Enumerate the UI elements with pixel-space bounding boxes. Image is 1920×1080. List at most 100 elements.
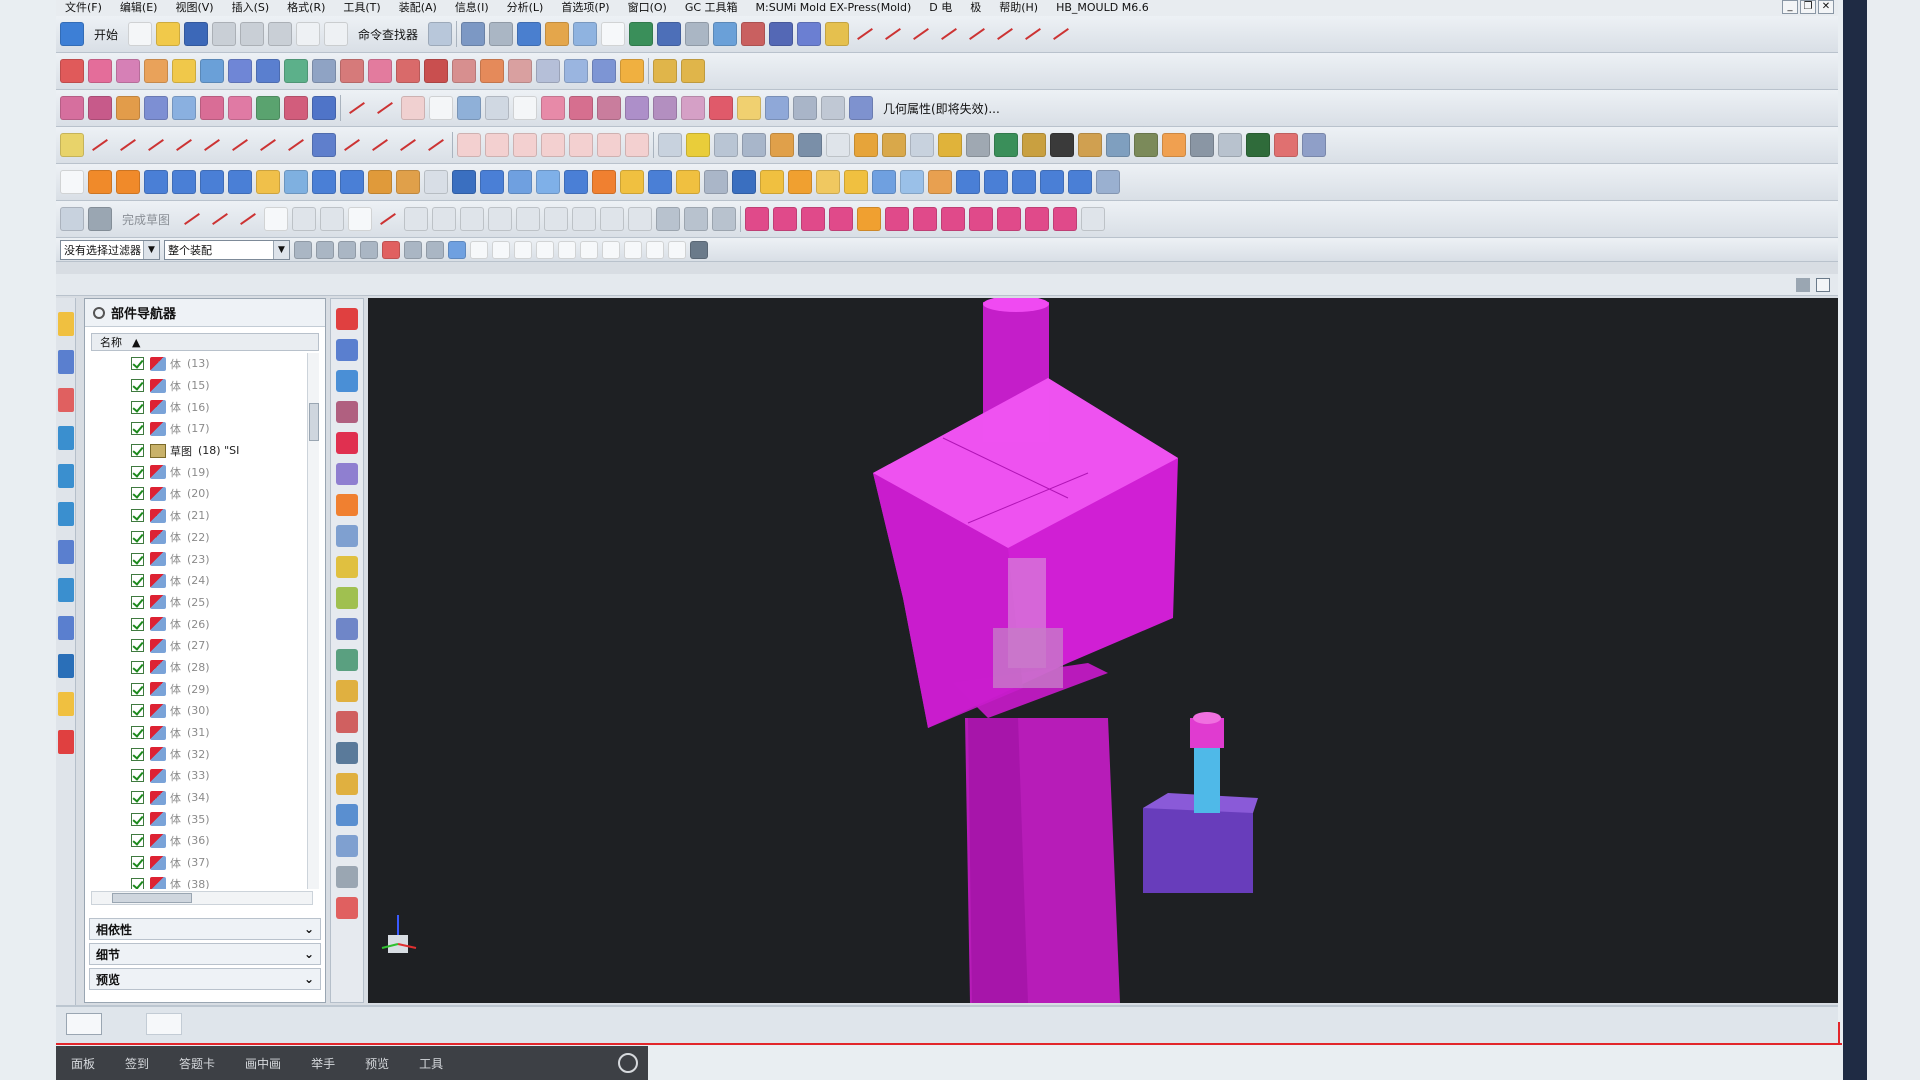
circle-icon[interactable] (569, 133, 593, 157)
edit-feature-icon[interactable] (200, 96, 224, 120)
line-icon[interactable] (208, 207, 232, 231)
surface-tool-icon[interactable] (116, 59, 140, 83)
meeting-toolbar-item[interactable]: 预览 (350, 1055, 404, 1072)
open-file-icon[interactable] (156, 22, 181, 46)
panel-preview[interactable]: 预览 ⌄ (89, 968, 321, 990)
curve-tool-icon[interactable] (60, 133, 84, 157)
tree-row[interactable]: 体 (34) (91, 787, 313, 809)
menu-item[interactable]: 首选项(P) (552, 0, 618, 16)
meeting-toolbar-item[interactable]: 工具 (404, 1055, 458, 1072)
feature-icon[interactable] (88, 170, 112, 194)
curve-tool-icon[interactable] (368, 133, 392, 157)
circle-icon[interactable] (401, 96, 425, 120)
menu-item[interactable]: 格式(R) (278, 0, 334, 16)
edit-feature-icon[interactable] (312, 96, 336, 120)
command-finder-button[interactable]: 命令查找器 (352, 26, 424, 43)
finish-sketch-icon[interactable] (88, 207, 112, 231)
surface-tool-icon[interactable] (284, 59, 308, 83)
feature-icon[interactable] (788, 170, 812, 194)
edit-feature-icon[interactable] (60, 96, 84, 120)
snap-point-icon[interactable] (646, 240, 664, 259)
tree-row[interactable]: 体 (20) (91, 483, 313, 505)
edit-feature-icon[interactable] (228, 96, 252, 120)
mold-tool-icon[interactable] (681, 59, 705, 83)
visibility-checkbox[interactable] (131, 856, 144, 870)
nx-logo-icon[interactable] (60, 22, 84, 46)
new-file-icon[interactable] (128, 22, 153, 46)
selection-filter-dropdown[interactable]: 没有选择过滤器 ▼ (60, 239, 160, 260)
resource-tab-icon[interactable] (58, 616, 74, 640)
surface-tool-icon[interactable] (60, 59, 84, 83)
info-tool-icon[interactable] (1302, 133, 1326, 157)
constraint-icon[interactable] (488, 207, 513, 231)
info-tool-icon[interactable] (1162, 133, 1186, 157)
meeting-toolbar-item[interactable]: 签到 (110, 1055, 164, 1072)
snap-point-icon[interactable] (558, 240, 576, 259)
curve-tool-icon[interactable] (88, 133, 112, 157)
curve-icon[interactable] (821, 96, 845, 120)
visibility-checkbox[interactable] (131, 552, 144, 566)
curve-tool-icon[interactable] (144, 133, 168, 157)
feature-icon[interactable] (284, 170, 308, 194)
feature-icon[interactable] (844, 170, 868, 194)
profile-icon[interactable] (180, 207, 204, 231)
meeting-toolbar-item[interactable]: 画中画 (230, 1055, 296, 1072)
power-icon[interactable] (618, 1053, 638, 1073)
visibility-checkbox[interactable] (131, 379, 144, 393)
info-tool-icon[interactable] (1106, 133, 1130, 157)
meeting-toolbar-item[interactable]: 举手 (296, 1055, 350, 1072)
mold-wizard-icon[interactable] (1025, 207, 1050, 231)
visibility-checkbox[interactable] (131, 357, 144, 371)
feature-icon[interactable] (704, 170, 728, 194)
surface-tool-icon[interactable] (340, 59, 364, 83)
mold-tool-icon[interactable] (336, 587, 358, 609)
paste-icon[interactable] (268, 22, 293, 46)
circle-icon[interactable] (513, 133, 537, 157)
chamfer-icon[interactable] (320, 207, 345, 231)
curve-tool-icon[interactable] (228, 133, 252, 157)
restore-button[interactable]: ❐ (1800, 0, 1816, 14)
mold-tool-icon[interactable] (336, 556, 358, 578)
close-button[interactable]: ✕ (1818, 0, 1834, 14)
info-tool-icon[interactable] (714, 133, 738, 157)
visibility-checkbox[interactable] (131, 465, 144, 479)
feature-icon[interactable] (564, 170, 588, 194)
feature-icon[interactable] (956, 170, 980, 194)
mold-tool-icon[interactable] (653, 59, 677, 83)
snap-point-icon[interactable] (624, 240, 642, 259)
visibility-checkbox[interactable] (131, 487, 144, 501)
info-tool-icon[interactable] (938, 133, 962, 157)
text-icon[interactable] (513, 96, 537, 120)
visibility-checkbox[interactable] (131, 769, 144, 783)
sketch-gear-icon[interactable] (60, 207, 84, 231)
mold-wizard-icon[interactable] (997, 207, 1022, 231)
layout-icon[interactable] (1796, 278, 1810, 292)
select-tool-icon[interactable] (316, 240, 334, 259)
feature-icon[interactable] (312, 170, 336, 194)
surface-tool-icon[interactable] (144, 59, 168, 83)
fillet-icon[interactable] (292, 207, 317, 231)
thumbnail-icon[interactable] (66, 1013, 102, 1035)
edit-feature-icon[interactable] (256, 96, 280, 120)
resource-tab-icon[interactable] (58, 350, 74, 374)
studio-spline-icon[interactable] (376, 207, 400, 231)
curve-tool-icon[interactable] (200, 133, 224, 157)
redo-icon[interactable] (324, 22, 349, 46)
tree-row[interactable]: 体 (29) (91, 678, 313, 700)
snap-point-icon[interactable] (492, 240, 510, 259)
mold-wizard-icon[interactable] (801, 207, 826, 231)
trim-curve-icon[interactable] (853, 22, 877, 46)
info-tool-icon[interactable] (742, 133, 766, 157)
surface-tool-icon[interactable] (452, 59, 476, 83)
mold-wizard-icon[interactable] (1081, 207, 1106, 231)
scrollbar-thumb[interactable] (309, 403, 319, 441)
tree-row[interactable]: 体 (19) (91, 461, 313, 483)
resource-tab-icon[interactable] (58, 388, 74, 412)
tree-row[interactable]: 体 (30) (91, 700, 313, 722)
snap-point-icon[interactable] (470, 240, 488, 259)
circle-icon[interactable] (457, 133, 481, 157)
feature-icon[interactable] (1040, 170, 1064, 194)
horizontal-scrollbar[interactable] (91, 891, 313, 905)
copy-icon[interactable] (240, 22, 265, 46)
surface-tool-icon[interactable] (564, 59, 588, 83)
